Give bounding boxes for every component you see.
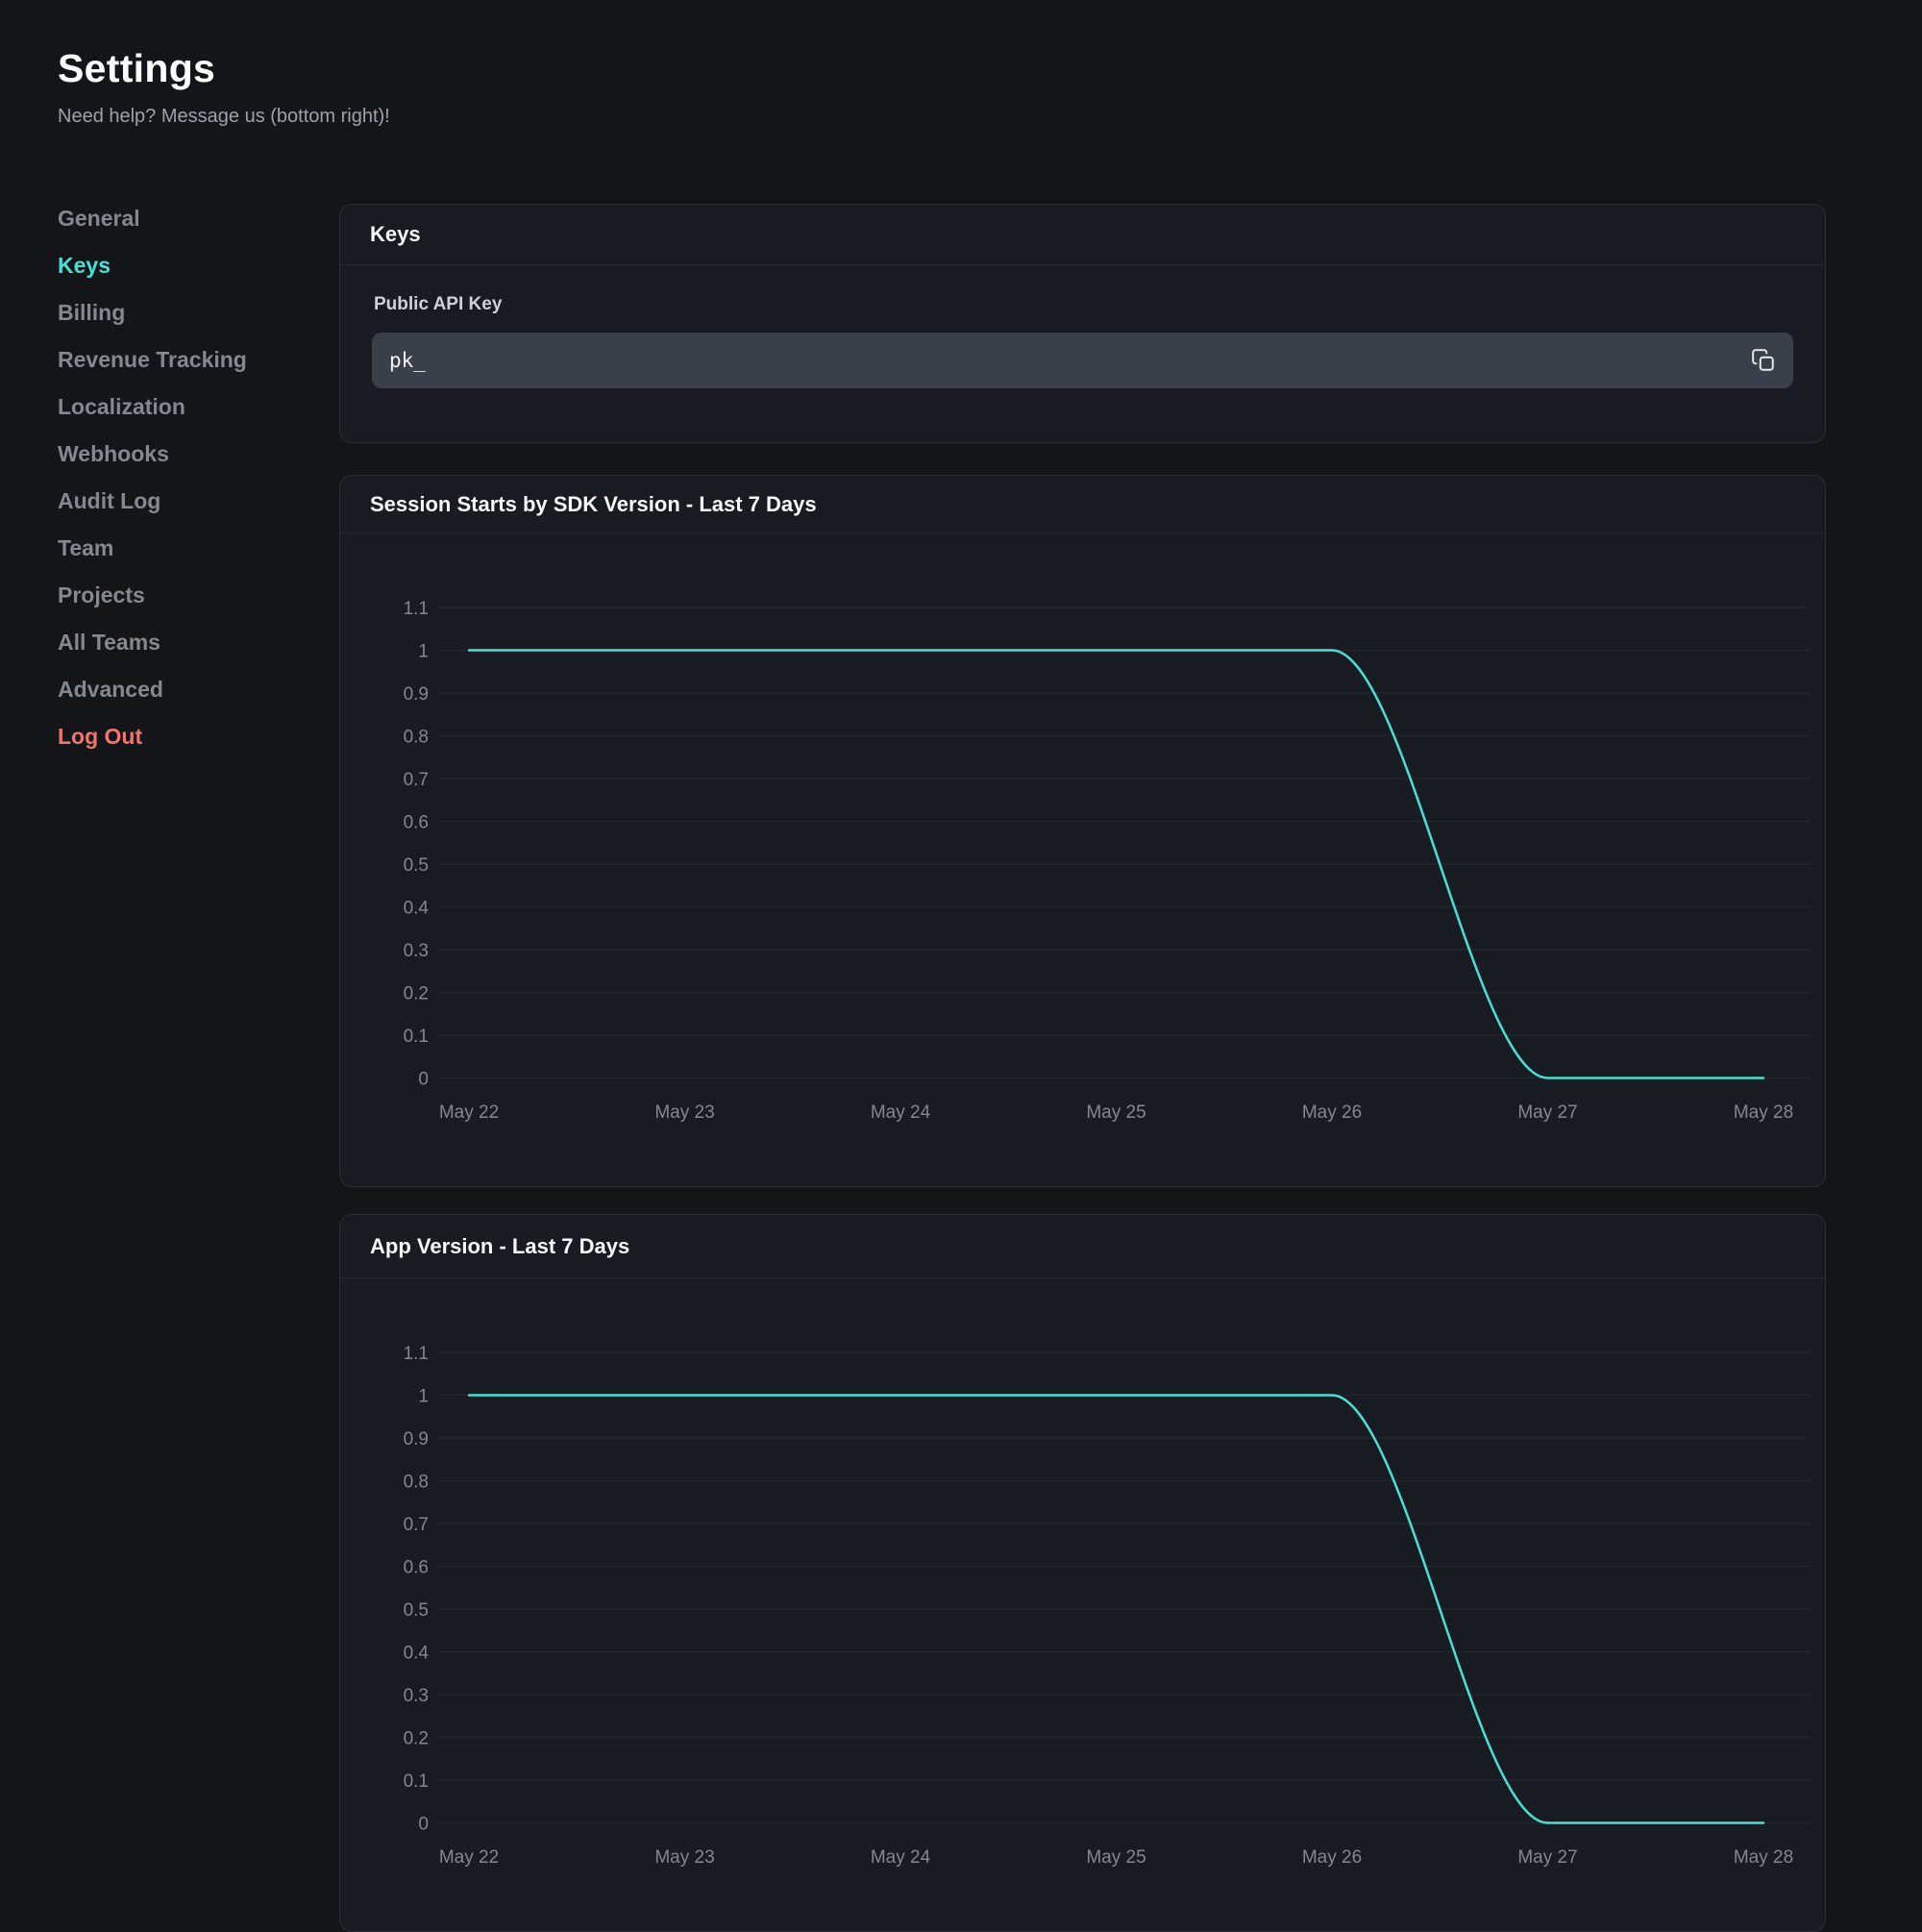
sidebar-item-general[interactable]: General — [58, 195, 298, 242]
svg-text:May 28: May 28 — [1734, 1847, 1793, 1868]
session-starts-chart-header: Session Starts by SDK Version - Last 7 D… — [340, 476, 1825, 533]
main-content: Keys Public API Key Session Starts by SD… — [339, 204, 1826, 1932]
page-subtitle: Need help? Message us (bottom right)! — [58, 106, 390, 128]
svg-text:0.2: 0.2 — [404, 984, 429, 1004]
svg-text:0.5: 0.5 — [404, 1600, 429, 1621]
svg-text:May 25: May 25 — [1086, 1102, 1146, 1123]
keys-card-header: Keys — [340, 205, 1825, 265]
svg-text:May 27: May 27 — [1517, 1102, 1577, 1123]
svg-text:May 26: May 26 — [1302, 1847, 1362, 1868]
svg-text:0: 0 — [418, 1070, 429, 1090]
svg-text:May 28: May 28 — [1734, 1102, 1793, 1123]
public-api-key-label: Public API Key — [374, 294, 1793, 315]
session-starts-chart-title: Session Starts by SDK Version - Last 7 D… — [370, 492, 817, 517]
svg-text:May 26: May 26 — [1302, 1102, 1362, 1123]
svg-text:0.4: 0.4 — [404, 1644, 430, 1664]
svg-text:0.1: 0.1 — [404, 1027, 429, 1047]
svg-text:0.3: 0.3 — [404, 941, 429, 961]
app-version-chart-title: App Version - Last 7 Days — [370, 1234, 629, 1259]
app-version-chart-card: App Version - Last 7 Days 1.1 1 0.9 0.8 0.7 0… — [339, 1214, 1826, 1932]
svg-text:May 25: May 25 — [1086, 1847, 1146, 1868]
svg-text:May 24: May 24 — [871, 1102, 931, 1123]
sidebar-item-advanced[interactable]: Advanced — [58, 666, 298, 713]
public-api-key-row — [372, 333, 1793, 388]
svg-text:1: 1 — [418, 642, 429, 662]
svg-text:0.8: 0.8 — [404, 1473, 429, 1493]
line-chart: 1.1 1 0.9 0.8 0.7 0.6 0.5 0.4 0.3 0.2 0.1 0 May 22 Ma… — [340, 533, 1825, 1186]
copy-button[interactable] — [1749, 346, 1778, 375]
svg-text:May 23: May 23 — [654, 1847, 714, 1868]
svg-text:0.6: 0.6 — [404, 1558, 429, 1578]
svg-text:0.8: 0.8 — [404, 728, 429, 748]
svg-text:0.2: 0.2 — [404, 1729, 429, 1749]
settings-sidebar: General Keys Billing Revenue Tracking Lo… — [58, 195, 298, 760]
svg-text:May 27: May 27 — [1517, 1847, 1577, 1868]
public-api-key-input[interactable] — [372, 333, 1793, 388]
svg-text:0.9: 0.9 — [404, 684, 429, 705]
app-version-chart-header: App Version - Last 7 Days — [340, 1215, 1825, 1278]
copy-icon — [1751, 348, 1776, 373]
svg-text:May 23: May 23 — [654, 1102, 714, 1123]
svg-text:1: 1 — [418, 1387, 429, 1407]
svg-text:0.9: 0.9 — [404, 1429, 429, 1449]
keys-card: Keys Public API Key — [339, 204, 1826, 443]
svg-text:0.5: 0.5 — [404, 855, 429, 876]
svg-text:1.1: 1.1 — [404, 1344, 429, 1364]
page-title: Settings — [58, 46, 390, 91]
svg-text:May 22: May 22 — [439, 1847, 499, 1868]
session-starts-chart-card: Session Starts by SDK Version - Last 7 D… — [339, 475, 1826, 1187]
sidebar-item-audit-log[interactable]: Audit Log — [58, 478, 298, 525]
sidebar-item-projects[interactable]: Projects — [58, 572, 298, 619]
svg-text:1.1: 1.1 — [404, 599, 429, 619]
svg-text:0.6: 0.6 — [404, 813, 429, 833]
svg-text:0.1: 0.1 — [404, 1771, 429, 1792]
svg-text:0.3: 0.3 — [404, 1686, 429, 1706]
sidebar-item-all-teams[interactable]: All Teams — [58, 619, 298, 666]
svg-text:May 22: May 22 — [439, 1102, 499, 1123]
sidebar-item-revenue-tracking[interactable]: Revenue Tracking — [58, 336, 298, 384]
sidebar-item-localization[interactable]: Localization — [58, 384, 298, 431]
svg-text:0.4: 0.4 — [404, 899, 430, 919]
sidebar-item-webhooks[interactable]: Webhooks — [58, 431, 298, 478]
sidebar-item-team[interactable]: Team — [58, 525, 298, 572]
sidebar-item-billing[interactable]: Billing — [58, 289, 298, 336]
svg-text:0: 0 — [418, 1815, 429, 1835]
keys-card-title: Keys — [370, 222, 421, 247]
sidebar-item-log-out[interactable]: Log Out — [58, 713, 298, 760]
keys-card-body: Public API Key — [340, 265, 1825, 442]
svg-text:0.7: 0.7 — [404, 1515, 429, 1535]
line-chart: 1.1 1 0.9 0.8 0.7 0.6 0.5 0.4 0.3 0.2 0.1 0 May 22 Ma… — [340, 1278, 1825, 1931]
svg-text:0.7: 0.7 — [404, 770, 429, 790]
svg-text:May 24: May 24 — [871, 1847, 931, 1868]
sidebar-item-keys[interactable]: Keys — [58, 242, 298, 289]
page-header: Settings Need help? Message us (bottom r… — [58, 46, 390, 128]
